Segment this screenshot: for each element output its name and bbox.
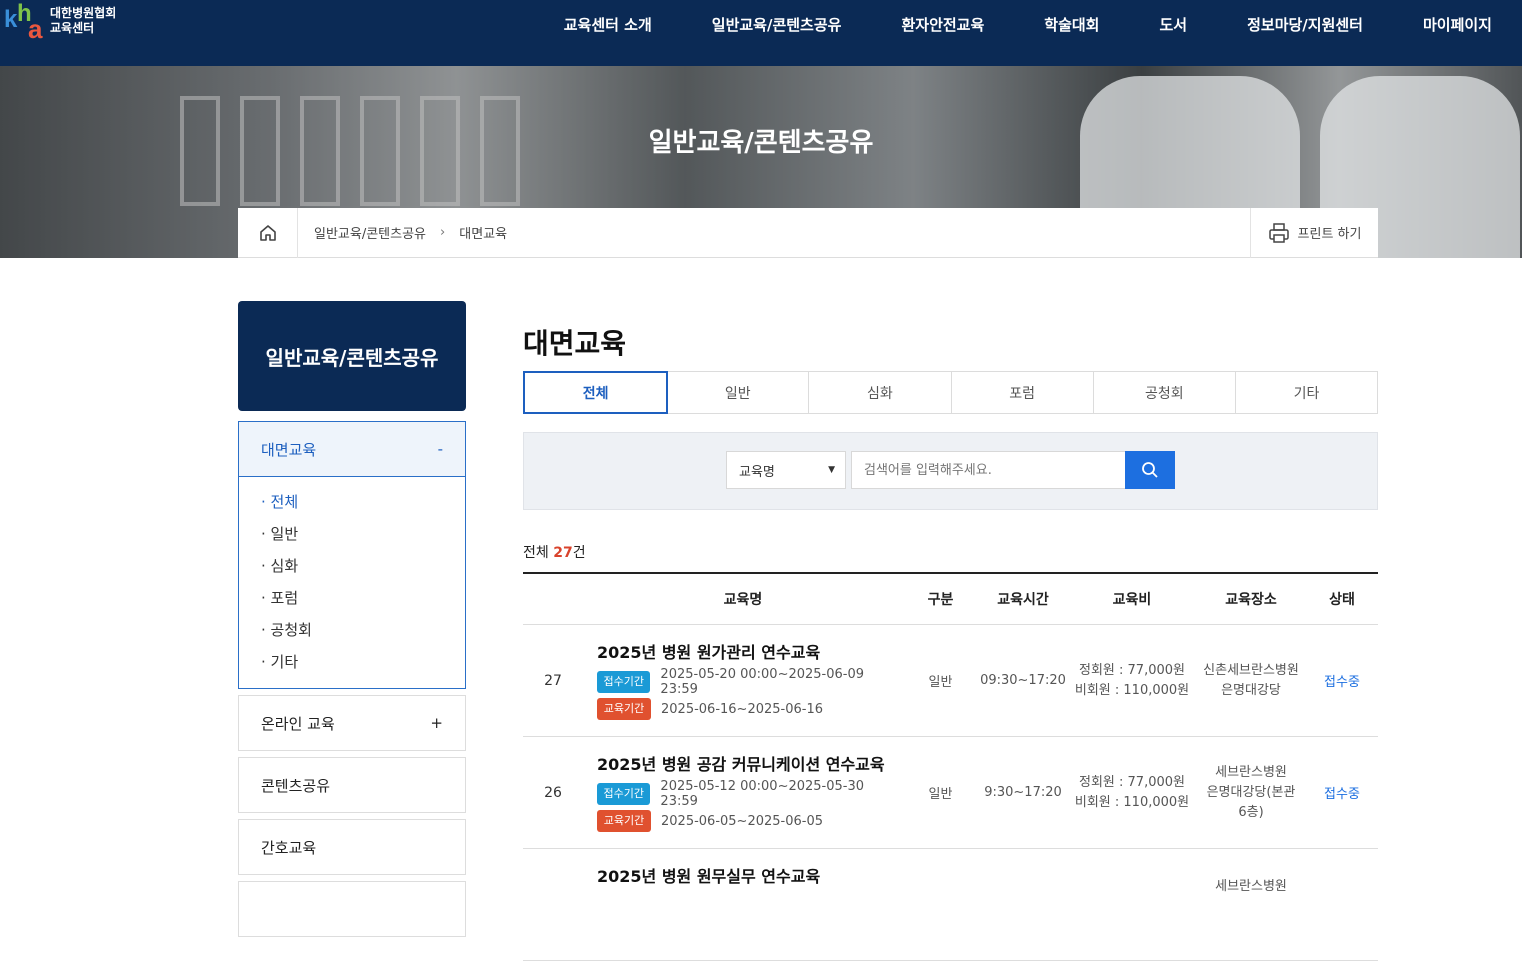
edu-period-badge: 교육기간 (597, 810, 651, 832)
banner-title: 일반교육/콘텐츠공유 (648, 128, 874, 158)
category-tabs: 전체 일반 심화 포럼 공청회 기타 (523, 371, 1378, 414)
breadcrumb: 일반교육/콘텐츠공유 › 대면교육 프린트 하기 (238, 207, 1378, 258)
submenu-item-advanced[interactable]: · 심화 (261, 554, 443, 586)
top-navigation: kha 대한병원협회 교육센터 교육센터 소개 일반교육/콘텐츠공유 환자안전교… (0, 0, 1522, 66)
row-fee: 정회원 : 77,000원 비회원 : 110,000원 (1074, 662, 1190, 698)
row-fee: 정회원 : 77,000원 비회원 : 110,000원 (1074, 774, 1190, 810)
course-title[interactable]: 2025년 병원 원무실무 연수교육 (597, 863, 903, 887)
sidebar-item-content-sharing[interactable]: 콘텐츠공유 (238, 757, 466, 813)
menu-item-mypage[interactable]: 마이페이지 (1393, 0, 1522, 50)
sidebar-item-face-to-face[interactable]: 대면교육 - (238, 421, 466, 477)
search-icon (1142, 462, 1158, 478)
menu-item-conference[interactable]: 학술대회 (1014, 0, 1129, 50)
search-button[interactable] (1125, 451, 1175, 489)
row-number: 27 (544, 672, 562, 689)
menu-item-general-education[interactable]: 일반교육/콘텐츠공유 (682, 0, 872, 50)
tab-all[interactable]: 전체 (523, 371, 669, 414)
tab-hearing[interactable]: 공청회 (1094, 372, 1236, 413)
print-button[interactable]: 프린트 하기 (1250, 207, 1378, 258)
submenu-item-general[interactable]: · 일반 (261, 522, 443, 554)
header-status: 상태 (1329, 592, 1355, 608)
table-row[interactable]: 26 2025년 병원 공감 커뮤니케이션 연수교육 접수기간 2025-05-1… (523, 737, 1378, 849)
apply-period: 2025-05-20 00:00~2025-06-09 23:59 (660, 667, 865, 697)
header-name: 교육명 (723, 592, 763, 608)
table-row[interactable]: 2025년 병원 원무실무 연수교육 세브란스병원 (523, 849, 1378, 961)
page-title: 대면교육 (523, 327, 627, 360)
apply-period-badge: 접수기간 (597, 783, 651, 805)
tab-forum[interactable]: 포럼 (952, 372, 1094, 413)
select-value: 교육명 (739, 464, 775, 480)
tab-advanced[interactable]: 심화 (809, 372, 952, 413)
header-time: 교육시간 (997, 592, 1049, 608)
header-fee: 교육비 (1112, 592, 1152, 608)
row-place: 세브란스병원 (1215, 879, 1287, 894)
logo-line2: 교육센터 (50, 21, 95, 35)
search-panel: 교육명 ▼ (523, 432, 1378, 510)
row-status[interactable]: 접수중 (1306, 671, 1378, 690)
submenu-item-forum[interactable]: · 포럼 (261, 586, 443, 618)
row-place: 신촌세브란스병원 은명대강당 (1203, 662, 1299, 698)
submenu-item-etc[interactable]: · 기타 (261, 650, 443, 682)
total-count: 전체 27건 (523, 545, 586, 561)
expand-toggle-icon: + (430, 714, 443, 732)
logo-line1: 대한병원협회 (50, 6, 117, 20)
main-menu: 교육센터 소개 일반교육/콘텐츠공유 환자안전교육 학술대회 도서 정보마당/지… (534, 0, 1522, 50)
row-time: 09:30~17:20 (980, 673, 1066, 688)
menu-item-books[interactable]: 도서 (1129, 0, 1217, 50)
edu-period-badge: 교육기간 (597, 698, 651, 720)
breadcrumb-level1[interactable]: 일반교육/콘텐츠공유 (314, 223, 426, 242)
tab-general[interactable]: 일반 (667, 372, 810, 413)
apply-period: 2025-05-12 00:00~2025-05-30 23:59 (660, 779, 865, 809)
home-icon (259, 224, 276, 241)
breadcrumb-separator: › (440, 225, 446, 240)
home-button[interactable] (238, 207, 298, 258)
menu-item-about[interactable]: 교육센터 소개 (534, 0, 682, 50)
total-number: 27 (553, 545, 573, 561)
education-table: 교육명 구분 교육시간 교육비 교육장소 상태 27 2025년 병원 원가관리… (523, 572, 1378, 961)
sidebar-item-label: 온라인 교육 (261, 714, 335, 733)
menu-item-patient-safety[interactable]: 환자안전교육 (871, 0, 1014, 50)
breadcrumb-level2[interactable]: 대면교육 (459, 223, 507, 242)
row-category: 일반 (928, 675, 953, 690)
sidebar-item-next[interactable] (238, 881, 466, 937)
printer-icon (1268, 222, 1289, 243)
sidebar-title: 일반교육/콘텐츠공유 (238, 301, 466, 411)
table-header: 교육명 구분 교육시간 교육비 교육장소 상태 (523, 574, 1378, 625)
submenu-item-all[interactable]: · 전체 (261, 490, 443, 522)
course-title[interactable]: 2025년 병원 공감 커뮤니케이션 연수교육 (597, 751, 903, 775)
search-input[interactable] (851, 451, 1125, 489)
edu-period: 2025-06-05~2025-06-05 (661, 813, 823, 829)
sidebar-item-label: 간호교육 (261, 838, 317, 857)
table-row[interactable]: 27 2025년 병원 원가관리 연수교육 접수기간 2025-05-20 00:… (523, 625, 1378, 737)
submenu-item-hearing[interactable]: · 공청회 (261, 618, 443, 650)
menu-item-info-support[interactable]: 정보마당/지원센터 (1217, 0, 1393, 50)
row-category: 일반 (928, 787, 953, 802)
sidebar-item-label: 대면교육 (261, 440, 317, 459)
search-field-select[interactable]: 교육명 ▼ (726, 451, 846, 489)
apply-period-badge: 접수기간 (597, 671, 651, 693)
logo[interactable]: kha 대한병원협회 교육센터 (4, 0, 117, 44)
sidebar-submenu: · 전체 · 일반 · 심화 · 포럼 · 공청회 · 기타 (238, 476, 466, 689)
row-place: 세브란스병원 은명대강당(본관 6층) (1206, 764, 1296, 820)
sidebar-item-online-education[interactable]: 온라인 교육 + (238, 695, 466, 751)
print-label: 프린트 하기 (1297, 227, 1362, 242)
row-status[interactable]: 접수중 (1306, 783, 1378, 802)
header-category: 구분 (927, 592, 954, 608)
dropdown-arrow-icon: ▼ (828, 465, 835, 475)
collapse-toggle-icon: - (437, 440, 443, 458)
row-time: 9:30~17:20 (984, 785, 1062, 800)
sidebar-item-label: 콘텐츠공유 (261, 776, 331, 795)
sidebar-item-nursing-education[interactable]: 간호교육 (238, 819, 466, 875)
kha-logo-icon: kha (4, 0, 43, 44)
header-place: 교육장소 (1225, 592, 1277, 608)
edu-period: 2025-06-16~2025-06-16 (661, 701, 823, 717)
course-title[interactable]: 2025년 병원 원가관리 연수교육 (597, 639, 903, 663)
row-number: 26 (544, 784, 562, 801)
tab-etc[interactable]: 기타 (1236, 372, 1377, 413)
